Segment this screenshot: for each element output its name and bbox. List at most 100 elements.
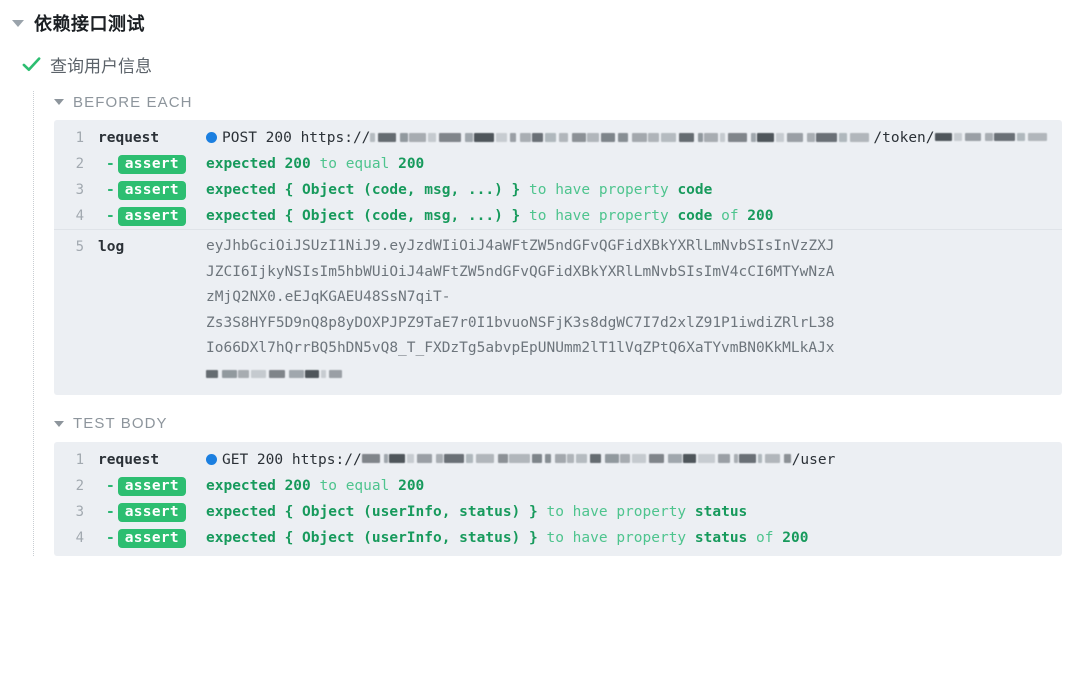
assert-part: 200 [747, 208, 774, 224]
assert-part: expected [206, 529, 276, 546]
assert-part: code [677, 208, 713, 224]
triangle-down-icon[interactable] [54, 99, 64, 105]
line-number: 1 [75, 130, 84, 146]
redacted-text [934, 124, 1051, 150]
assert-part: 200 [782, 529, 809, 546]
line-number: 4 [75, 208, 84, 224]
assert-part: { Object (userInfo, status) } [284, 529, 538, 546]
line-number: 3 [75, 503, 84, 520]
log-line: 1 request POST 200 https:// /token/ [54, 120, 1062, 151]
assert-label-cell: - assert [84, 203, 206, 229]
assert-dash: - [106, 529, 115, 546]
assert-badge: assert [117, 181, 186, 200]
status-dot-icon [206, 453, 217, 465]
test-report-page: 依赖接口测试 查询用户信息 BEFORE EACH 1 request POST 20… [0, 0, 1080, 678]
log-line: 1 request GET 200 https:// /user [54, 442, 1062, 473]
log-token-text: eyJhbGciOiJSUzI1NiJ9.eyJzdWIiOiJ4aWFtZW5… [206, 238, 835, 356]
assert-badge: assert [117, 476, 186, 496]
assert-part: 200 [398, 156, 425, 172]
log-line: 2- assert expected 200 to equal 200 [54, 473, 1062, 499]
assert-label-cell: - assert [84, 177, 206, 203]
test-case-row[interactable]: 查询用户信息 [0, 51, 1080, 77]
suite-title: 依赖接口测试 [34, 14, 145, 34]
log-label-cell: log [98, 239, 125, 255]
assert-part: expected [206, 503, 276, 520]
line-number: 1 [75, 451, 84, 468]
assert-part: 200 [284, 477, 311, 494]
assert-part: code [677, 182, 713, 198]
assert-part: status [694, 503, 748, 520]
assert-label-cell: - assert [84, 151, 206, 177]
assert-part: expected [206, 477, 276, 494]
redacted-text [206, 361, 346, 387]
assert-part: expected [206, 208, 276, 224]
log-output: eyJhbGciOiJSUzI1NiJ9.eyJzdWIiOiJ4aWFtZW5… [206, 234, 1054, 390]
assert-part: status [694, 529, 748, 546]
assert-part: of [756, 529, 774, 546]
assert-dash: - [106, 477, 115, 494]
log-line-content: POST 200 https:// /token/ [206, 125, 1062, 151]
redacted-text [361, 446, 792, 472]
assert-part: to equal [319, 156, 390, 172]
line-number: 3 [75, 182, 84, 198]
log-table: 1 request POST 200 https:///token/2- assert… [54, 120, 1062, 395]
assert-dash: - [106, 208, 115, 224]
log-line: 5 log eyJhbGciOiJSUzI1NiJ9.eyJzdWIiOiJ4aWF… [54, 229, 1062, 395]
hook-group-label: TEST BODY [73, 415, 168, 432]
status-dot-icon [206, 132, 217, 143]
triangle-down-icon[interactable] [12, 19, 24, 27]
log-line: 4- assert expected { Object (code, msg, ..… [54, 203, 1062, 229]
redacted-text [370, 124, 873, 150]
log-label-cell: request [98, 130, 160, 146]
log-line-content: expected { Object (userInfo, status) } t… [206, 499, 1062, 525]
log-line-content: eyJhbGciOiJSUzI1NiJ9.eyJzdWIiOiJ4aWFtZW5… [206, 234, 1062, 390]
assert-part: 200 [284, 156, 311, 172]
assert-part: to have property [546, 529, 687, 546]
hook-groups: BEFORE EACH 1 request POST 200 https:// /tok… [33, 91, 1080, 556]
assert-part: expected [206, 156, 276, 172]
log-line-content: expected 200 to equal 200 [206, 151, 1062, 177]
log-label-cell: request [98, 451, 160, 468]
request-url-suffix: /token/ [873, 130, 935, 146]
hook-group: BEFORE EACH 1 request POST 200 https:// /tok… [54, 91, 1080, 395]
triangle-down-icon[interactable] [54, 420, 64, 427]
log-line: 3- assert expected { Object (code, msg, ..… [54, 177, 1062, 203]
assert-dash: - [106, 182, 115, 198]
assert-badge: assert [117, 528, 186, 548]
log-line: 4- assert expected { Object (userInfo, sta… [54, 525, 1062, 556]
assert-dash: - [106, 156, 115, 172]
test-case-title: 查询用户信息 [50, 56, 152, 76]
assert-part: 200 [398, 477, 425, 494]
line-number: 2 [75, 477, 84, 494]
hook-group: TEST BODY 1 request GET 200 https:///user 2-… [54, 413, 1080, 556]
line-number: 5 [75, 239, 84, 255]
log-line-content: expected 200 to equal 200 [206, 473, 1062, 499]
assert-part: of [721, 208, 739, 224]
assert-badge: assert [117, 502, 186, 522]
assert-part: to have property [546, 503, 687, 520]
assert-part: { Object (code, msg, ...) } [284, 182, 521, 198]
log-line: 3- assert expected { Object (userInfo, sta… [54, 499, 1062, 525]
log-table: 1 request GET 200 https:///user 2- assert exp… [54, 441, 1062, 556]
hook-group-header[interactable]: BEFORE EACH [54, 91, 1080, 113]
assert-label-cell: - assert [84, 525, 206, 551]
check-icon [22, 56, 41, 71]
assert-part: expected [206, 182, 276, 198]
hook-group-header[interactable]: TEST BODY [54, 413, 1080, 435]
assert-label-cell: - assert [84, 473, 206, 499]
log-line-content: expected { Object (code, msg, ...) } to … [206, 203, 1062, 229]
assert-part: to equal [319, 477, 390, 494]
line-number: 4 [75, 529, 84, 546]
log-line-content: expected { Object (userInfo, status) } t… [206, 525, 1062, 551]
suite-header[interactable]: 依赖接口测试 [0, 0, 1080, 37]
assert-label-cell: - assert [84, 499, 206, 525]
assert-dash: - [106, 503, 115, 520]
request-method-status-url: GET 200 https:// [222, 451, 362, 468]
request-method-status-url: POST 200 https:// [222, 130, 371, 146]
line-number: 2 [75, 156, 84, 172]
log-line-content: GET 200 https:// /user [206, 447, 1062, 473]
assert-part: { Object (code, msg, ...) } [284, 208, 521, 224]
assert-part: to have property [529, 208, 669, 224]
assert-badge: assert [117, 207, 186, 226]
log-redacted-tail [206, 362, 1054, 384]
